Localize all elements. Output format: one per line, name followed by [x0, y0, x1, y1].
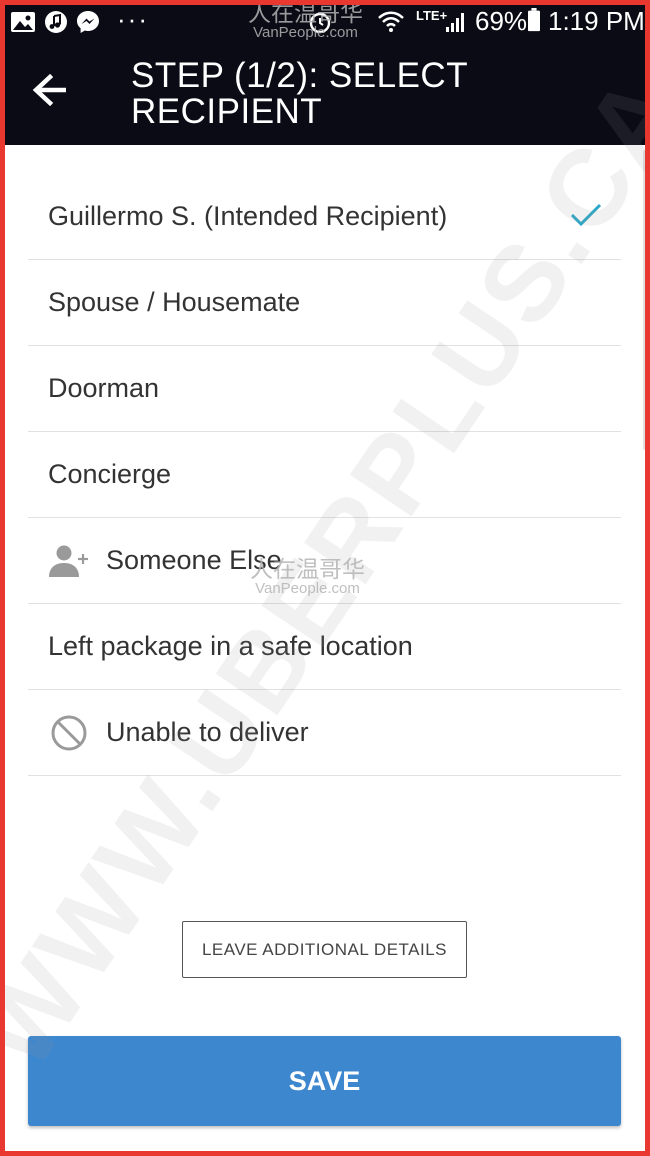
checkmark-icon [570, 203, 602, 227]
option-label: Doorman [48, 373, 160, 403]
scrollbar[interactable] [643, 150, 647, 450]
more-dots-icon: ··· [117, 4, 149, 34]
page-title: STEP (1/2): SELECT RECIPIENT [131, 56, 468, 131]
recipient-option-intended[interactable]: Guillermo S. (Intended Recipient) [28, 173, 621, 260]
recipient-option-safe-location[interactable]: Left package in a safe location [28, 604, 621, 690]
option-label: Spouse / Housemate [48, 287, 301, 317]
battery-percent: 69% [475, 6, 528, 36]
clock: 1:19 PM [548, 6, 645, 36]
leave-additional-details-button[interactable]: LEAVE ADDITIONAL DETAILS [182, 921, 467, 978]
battery-icon [528, 8, 540, 32]
status-bar: ··· LTE+ 69% 1:19 PM [0, 0, 650, 44]
block-icon [48, 712, 90, 754]
option-label: Concierge [48, 459, 172, 489]
wifi-icon [378, 11, 404, 32]
option-label: Left package in a safe location [48, 631, 413, 661]
arrow-left-icon [32, 74, 66, 106]
music-icon [45, 11, 67, 33]
recipient-option-concierge[interactable]: Concierge [28, 432, 621, 518]
recipient-option-spouse[interactable]: Spouse / Housemate [28, 260, 621, 346]
back-button[interactable] [22, 62, 78, 118]
option-label: Guillermo S. (Intended Recipient) [48, 200, 448, 231]
recipient-option-someone-else[interactable]: Someone Else [28, 518, 621, 604]
save-button[interactable]: SAVE [28, 1036, 621, 1126]
signal-icon [446, 13, 464, 32]
option-label: Someone Else [106, 545, 282, 575]
header: ··· LTE+ 69% 1:19 PM STEP (1/2): SELECT … [0, 0, 650, 145]
recipient-option-unable-to-deliver[interactable]: Unable to deliver [28, 690, 621, 776]
add-person-icon [48, 540, 90, 582]
image-icon [11, 12, 35, 32]
alarm-icon [309, 12, 331, 34]
network-type: LTE+ [416, 8, 448, 23]
recipient-list: Guillermo S. (Intended Recipient) Spouse… [28, 173, 621, 776]
option-label: Unable to deliver [106, 717, 309, 747]
recipient-option-doorman[interactable]: Doorman [28, 346, 621, 432]
app-bar: STEP (1/2): SELECT RECIPIENT [0, 44, 650, 145]
messenger-icon [77, 11, 99, 33]
